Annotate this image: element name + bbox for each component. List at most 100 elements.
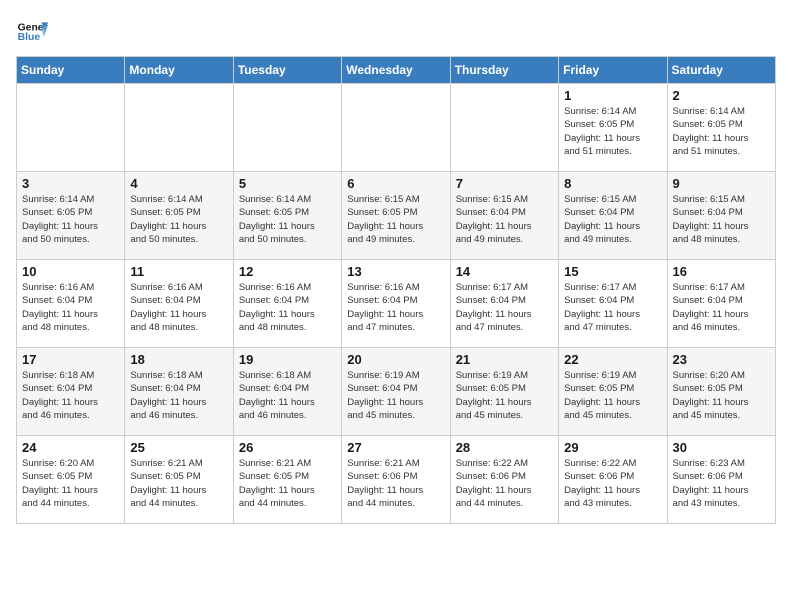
weekday-header: Tuesday	[233, 57, 341, 84]
calendar: SundayMondayTuesdayWednesdayThursdayFrid…	[16, 56, 776, 524]
day-info: Sunrise: 6:19 AM Sunset: 6:05 PM Dayligh…	[456, 369, 553, 422]
day-number: 2	[673, 88, 770, 103]
day-info: Sunrise: 6:14 AM Sunset: 6:05 PM Dayligh…	[673, 105, 770, 158]
day-info: Sunrise: 6:16 AM Sunset: 6:04 PM Dayligh…	[22, 281, 119, 334]
weekday-header: Thursday	[450, 57, 558, 84]
day-info: Sunrise: 6:21 AM Sunset: 6:05 PM Dayligh…	[130, 457, 227, 510]
day-number: 10	[22, 264, 119, 279]
calendar-cell: 20 Sunrise: 6:19 AM Sunset: 6:04 PM Dayli…	[342, 348, 450, 436]
day-info: Sunrise: 6:14 AM Sunset: 6:05 PM Dayligh…	[239, 193, 336, 246]
day-info: Sunrise: 6:18 AM Sunset: 6:04 PM Dayligh…	[130, 369, 227, 422]
calendar-cell: 3 Sunrise: 6:14 AM Sunset: 6:05 PM Daylig…	[17, 172, 125, 260]
day-info: Sunrise: 6:17 AM Sunset: 6:04 PM Dayligh…	[456, 281, 553, 334]
day-info: Sunrise: 6:16 AM Sunset: 6:04 PM Dayligh…	[347, 281, 444, 334]
calendar-cell: 26Sunrise: 6:21 AM Sunset: 6:05 PM Dayli…	[233, 436, 341, 524]
day-number: 25	[130, 440, 227, 455]
day-info: Sunrise: 6:18 AM Sunset: 6:04 PM Dayligh…	[239, 369, 336, 422]
day-number: 30	[673, 440, 770, 455]
calendar-cell: 11 Sunrise: 6:16 AM Sunset: 6:04 PM Dayli…	[125, 260, 233, 348]
day-info: Sunrise: 6:20 AM Sunset: 6:05 PM Dayligh…	[22, 457, 119, 510]
calendar-cell: 2 Sunrise: 6:14 AM Sunset: 6:05 PM Daylig…	[667, 84, 775, 172]
day-info: Sunrise: 6:15 AM Sunset: 6:04 PM Dayligh…	[456, 193, 553, 246]
day-number: 8	[564, 176, 661, 191]
day-info: Sunrise: 6:20 AM Sunset: 6:05 PM Dayligh…	[673, 369, 770, 422]
page-header: General Blue	[16, 16, 776, 48]
calendar-cell	[17, 84, 125, 172]
calendar-cell: 19 Sunrise: 6:18 AM Sunset: 6:04 PM Dayli…	[233, 348, 341, 436]
weekday-header: Sunday	[17, 57, 125, 84]
calendar-cell: 17 Sunrise: 6:18 AM Sunset: 6:04 PM Dayli…	[17, 348, 125, 436]
calendar-cell: 5 Sunrise: 6:14 AM Sunset: 6:05 PM Daylig…	[233, 172, 341, 260]
day-info: Sunrise: 6:19 AM Sunset: 6:05 PM Dayligh…	[564, 369, 661, 422]
day-number: 27	[347, 440, 444, 455]
weekday-header: Saturday	[667, 57, 775, 84]
day-info: Sunrise: 6:15 AM Sunset: 6:04 PM Dayligh…	[673, 193, 770, 246]
calendar-header: SundayMondayTuesdayWednesdayThursdayFrid…	[17, 57, 776, 84]
calendar-cell: 16Sunrise: 6:17 AM Sunset: 6:04 PM Dayli…	[667, 260, 775, 348]
day-number: 20	[347, 352, 444, 367]
day-number: 18	[130, 352, 227, 367]
weekday-header: Monday	[125, 57, 233, 84]
day-number: 23	[673, 352, 770, 367]
day-number: 22	[564, 352, 661, 367]
calendar-cell: 10 Sunrise: 6:16 AM Sunset: 6:04 PM Dayli…	[17, 260, 125, 348]
calendar-cell: 24 Sunrise: 6:20 AM Sunset: 6:05 PM Dayli…	[17, 436, 125, 524]
day-number: 15	[564, 264, 661, 279]
day-info: Sunrise: 6:16 AM Sunset: 6:04 PM Dayligh…	[130, 281, 227, 334]
calendar-cell	[342, 84, 450, 172]
day-number: 6	[347, 176, 444, 191]
calendar-cell: 4 Sunrise: 6:14 AM Sunset: 6:05 PM Daylig…	[125, 172, 233, 260]
calendar-cell: 29 Sunrise: 6:22 AM Sunset: 6:06 PM Dayli…	[559, 436, 667, 524]
calendar-cell	[233, 84, 341, 172]
day-info: Sunrise: 6:19 AM Sunset: 6:04 PM Dayligh…	[347, 369, 444, 422]
calendar-cell: 1Sunrise: 6:14 AM Sunset: 6:05 PM Daylig…	[559, 84, 667, 172]
calendar-cell: 15 Sunrise: 6:17 AM Sunset: 6:04 PM Dayli…	[559, 260, 667, 348]
day-number: 9	[673, 176, 770, 191]
day-number: 7	[456, 176, 553, 191]
day-number: 3	[22, 176, 119, 191]
day-number: 12	[239, 264, 336, 279]
calendar-cell: 12 Sunrise: 6:16 AM Sunset: 6:04 PM Dayli…	[233, 260, 341, 348]
day-info: Sunrise: 6:18 AM Sunset: 6:04 PM Dayligh…	[22, 369, 119, 422]
calendar-cell: 30 Sunrise: 6:23 AM Sunset: 6:06 PM Dayli…	[667, 436, 775, 524]
day-info: Sunrise: 6:21 AM Sunset: 6:06 PM Dayligh…	[347, 457, 444, 510]
day-info: Sunrise: 6:23 AM Sunset: 6:06 PM Dayligh…	[673, 457, 770, 510]
day-info: Sunrise: 6:15 AM Sunset: 6:04 PM Dayligh…	[564, 193, 661, 246]
calendar-cell: 13 Sunrise: 6:16 AM Sunset: 6:04 PM Dayli…	[342, 260, 450, 348]
weekday-header: Wednesday	[342, 57, 450, 84]
day-number: 17	[22, 352, 119, 367]
day-info: Sunrise: 6:21 AM Sunset: 6:05 PM Dayligh…	[239, 457, 336, 510]
calendar-cell: 27 Sunrise: 6:21 AM Sunset: 6:06 PM Dayli…	[342, 436, 450, 524]
calendar-cell: 7 Sunrise: 6:15 AM Sunset: 6:04 PM Daylig…	[450, 172, 558, 260]
logo-icon: General Blue	[16, 16, 48, 48]
weekday-header: Friday	[559, 57, 667, 84]
day-info: Sunrise: 6:14 AM Sunset: 6:05 PM Dayligh…	[22, 193, 119, 246]
day-info: Sunrise: 6:14 AM Sunset: 6:05 PM Dayligh…	[564, 105, 661, 158]
day-number: 28	[456, 440, 553, 455]
day-info: Sunrise: 6:22 AM Sunset: 6:06 PM Dayligh…	[456, 457, 553, 510]
day-number: 24	[22, 440, 119, 455]
day-number: 29	[564, 440, 661, 455]
day-number: 13	[347, 264, 444, 279]
day-info: Sunrise: 6:17 AM Sunset: 6:04 PM Dayligh…	[564, 281, 661, 334]
calendar-cell: 14 Sunrise: 6:17 AM Sunset: 6:04 PM Dayli…	[450, 260, 558, 348]
calendar-cell: 6 Sunrise: 6:15 AM Sunset: 6:05 PM Daylig…	[342, 172, 450, 260]
calendar-cell: 25 Sunrise: 6:21 AM Sunset: 6:05 PM Dayli…	[125, 436, 233, 524]
calendar-cell: 21Sunrise: 6:19 AM Sunset: 6:05 PM Dayli…	[450, 348, 558, 436]
day-number: 4	[130, 176, 227, 191]
day-info: Sunrise: 6:15 AM Sunset: 6:05 PM Dayligh…	[347, 193, 444, 246]
day-info: Sunrise: 6:14 AM Sunset: 6:05 PM Dayligh…	[130, 193, 227, 246]
day-info: Sunrise: 6:22 AM Sunset: 6:06 PM Dayligh…	[564, 457, 661, 510]
day-number: 19	[239, 352, 336, 367]
day-number: 14	[456, 264, 553, 279]
day-number: 11	[130, 264, 227, 279]
day-number: 16	[673, 264, 770, 279]
calendar-cell: 23 Sunrise: 6:20 AM Sunset: 6:05 PM Dayli…	[667, 348, 775, 436]
calendar-cell: 9 Sunrise: 6:15 AM Sunset: 6:04 PM Daylig…	[667, 172, 775, 260]
calendar-cell: 22 Sunrise: 6:19 AM Sunset: 6:05 PM Dayli…	[559, 348, 667, 436]
calendar-cell	[450, 84, 558, 172]
calendar-cell	[125, 84, 233, 172]
day-number: 5	[239, 176, 336, 191]
logo: General Blue	[16, 16, 48, 48]
day-info: Sunrise: 6:16 AM Sunset: 6:04 PM Dayligh…	[239, 281, 336, 334]
